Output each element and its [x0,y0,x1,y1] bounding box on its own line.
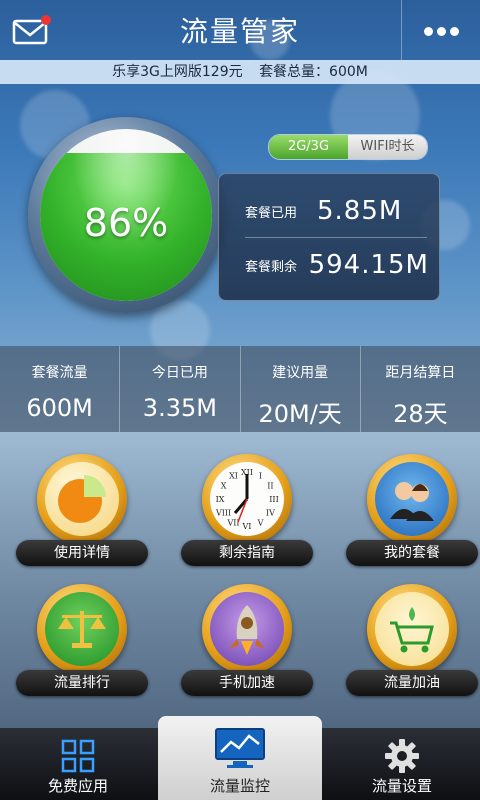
used-value: 5.85M [317,196,403,226]
tile-face [45,592,119,666]
gauge-percent: 86% [83,201,169,245]
tile-traffic-refuel[interactable]: 流量加油 [330,562,480,696]
stat-suggested: 建议用量 20M/天 [241,346,361,432]
tile-phone-boost[interactable]: 手机加速 [165,562,315,696]
tile-ring [367,454,457,544]
clock-numeral: VII [226,518,239,527]
clock-numeral: X [221,482,227,491]
remaining-value: 594.15M [308,250,429,280]
used-row: 套餐已用 5.85M [245,191,429,231]
usage-gauge[interactable]: 86% [28,117,224,313]
stat-label: 距月结算日 [385,365,456,381]
usage-panel: 套餐已用 5.85M 套餐剩余 594.15M [218,173,440,301]
tile-my-plan[interactable]: 我的套餐 [330,432,480,566]
pie-chart-icon [58,475,106,523]
tile-usage-details[interactable]: 使用详情 [0,432,150,566]
tab-label: 流量设置 [371,777,432,795]
gear-icon [385,739,419,773]
tab-wifi-duration[interactable]: WIFI时长 [348,135,427,159]
clock-numeral: V [257,518,264,527]
clock-numeral: IV [266,509,275,518]
users-icon [390,482,434,521]
stat-label: 套餐流量 [31,365,88,381]
tile-traffic-ranking[interactable]: 流量排行 [0,562,150,696]
tile-label: 手机加速 [181,670,313,696]
tile-face [375,462,449,536]
tab-label: 免费应用 [47,777,108,795]
cart-icon [390,607,434,653]
tile-face [210,592,284,666]
tab-2g3g[interactable]: 2G/3G [269,135,348,159]
more-dots-icon [422,21,461,40]
used-label: 套餐已用 [245,205,298,221]
more-button[interactable] [401,0,480,60]
stat-days-to-billing: 距月结算日 28天 [361,346,480,432]
monitor-chart-icon [215,728,265,768]
tile-ring [202,584,292,674]
gauge-bowl: 86% [40,129,212,301]
tile-ring [37,454,127,544]
mode-toggle: 2G/3G WIFI时长 [268,134,428,160]
tab-traffic-settings[interactable]: 流量设置 [324,728,480,800]
tab-traffic-monitor[interactable]: 流量监控 [158,716,322,800]
tab-free-apps[interactable]: 免费应用 [0,728,156,800]
stat-label: 建议用量 [272,365,329,381]
tile-ring [367,584,457,674]
title-bar: 流量管家 [0,0,480,60]
remaining-label: 套餐剩余 [245,259,298,275]
stat-plan-total: 套餐流量 600M [0,346,121,432]
remaining-row: 套餐剩余 594.15M [245,245,429,285]
bottom-tab-bar: 免费应用 流量监控 流量设置 [0,716,480,800]
stat-today-used: 今日已用 3.35M [120,346,241,432]
stat-value: 20M/天 [258,400,342,428]
tile-label: 流量排行 [16,670,148,696]
tile-label: 流量加油 [346,670,478,696]
tile-face [45,462,119,536]
clock-numeral: XI [229,472,238,481]
clock-numeral: VI [242,522,252,531]
plan-total: 套餐总量：600M [259,64,368,80]
tile-face [375,592,449,666]
tile-ring [37,584,127,674]
clock-numeral: III [269,495,278,504]
stat-label: 今日已用 [151,365,208,381]
plan-strip: 乐享3G上网版129元 套餐总量：600M [0,60,480,84]
stats-bar: 套餐流量 600M 今日已用 3.35M 建议用量 20M/天 距月结算日 28… [0,346,480,432]
stat-value: 28天 [393,400,448,428]
tile-face: XI X IX VIII VII VI V IV III II I XII [210,462,284,536]
scales-icon [58,611,106,648]
clock-numeral: IX [216,495,225,504]
clock-icon: XIXIXVIIIVII VI VIVIIIIIIXII [212,464,282,534]
tile-remaining-guide[interactable]: XI X IX VIII VII VI V IV III II I XII 剩余指南 [165,432,315,566]
clock-numeral: II [267,482,273,491]
stat-value: 600M [26,394,93,422]
usage-divider [245,237,427,238]
rocket-icon [229,605,265,655]
tab-label: 流量监控 [209,777,270,795]
plan-name: 乐享3G上网版129元 [112,64,243,80]
apps-grid-icon [61,739,95,773]
tile-ring: XI X IX VIII VII VI V IV III II I XII [202,454,292,544]
clock-numeral: VIII [215,509,231,518]
clock-numeral: I [259,472,262,481]
stat-value: 3.35M [142,394,217,422]
